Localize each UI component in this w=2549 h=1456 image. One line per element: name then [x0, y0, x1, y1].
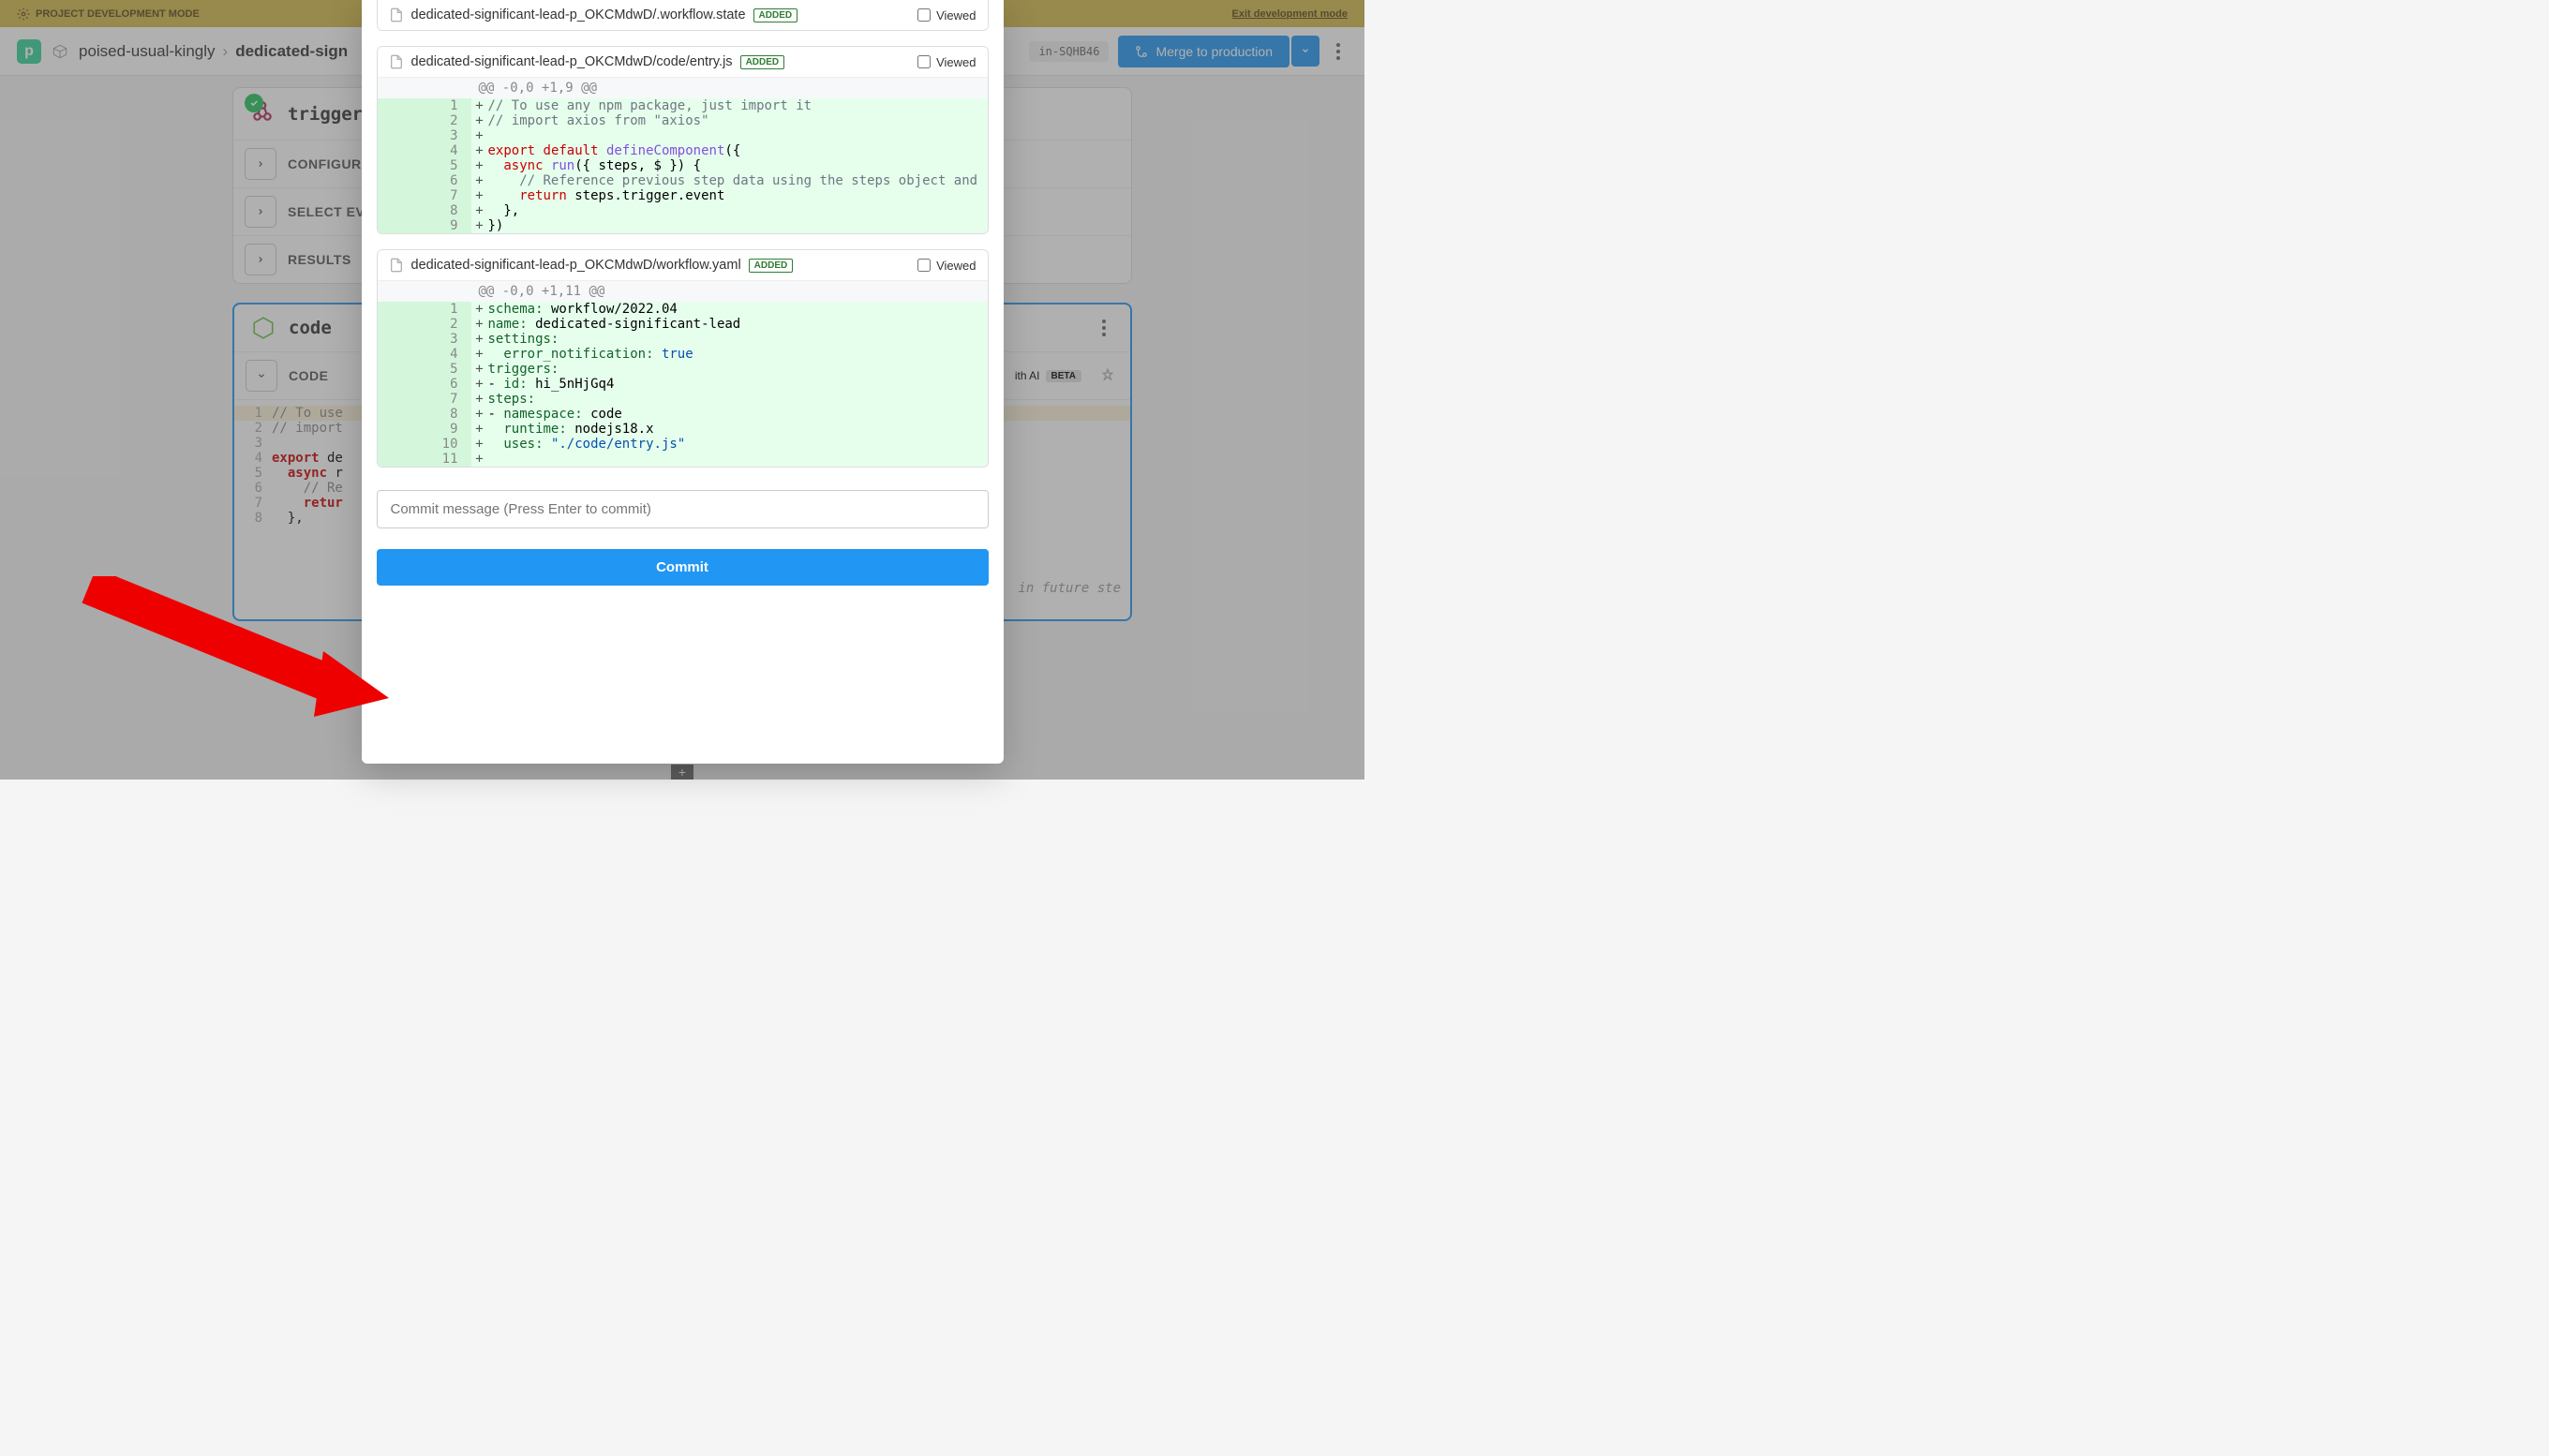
diff-file-block: dedicated-significant-lead-p_OKCMdwD/.wo…	[377, 0, 989, 31]
diff-line: 1+// To use any npm package, just import…	[378, 98, 988, 113]
added-badge: ADDED	[749, 259, 794, 273]
viewed-checkbox[interactable]: Viewed	[917, 259, 976, 273]
file-icon	[389, 7, 404, 22]
diff-line: 1+schema: workflow/2022.04	[378, 302, 988, 317]
added-badge: ADDED	[753, 8, 798, 22]
diff-line: 6+- id: hi_5nHjGq4	[378, 377, 988, 392]
hunk-header: @@ -0,0 +1,11 @@	[378, 280, 988, 302]
commit-area: Commit	[362, 475, 1004, 601]
file-icon	[389, 258, 404, 273]
diff-file-block: dedicated-significant-lead-p_OKCMdwD/wor…	[377, 249, 989, 468]
diff-file-block: dedicated-significant-lead-p_OKCMdwD/cod…	[377, 46, 989, 234]
diff-line: 5+ async run({ steps, $ }) {	[378, 158, 988, 173]
added-badge: ADDED	[740, 55, 785, 69]
commit-button[interactable]: Commit	[377, 549, 989, 586]
diff-line: 6+ // Reference previous step data using…	[378, 173, 988, 188]
diff-line: 5+triggers:	[378, 362, 988, 377]
diff-line: 7+steps:	[378, 392, 988, 407]
diff-file-header: dedicated-significant-lead-p_OKCMdwD/cod…	[378, 47, 988, 77]
diff-line: 10+ uses: "./code/entry.js"	[378, 437, 988, 452]
viewed-checkbox[interactable]: Viewed	[917, 55, 976, 69]
diff-line: 4+export default defineComponent({	[378, 143, 988, 158]
commit-message-input[interactable]	[377, 490, 989, 528]
diff-file-header: dedicated-significant-lead-p_OKCMdwD/.wo…	[378, 0, 988, 30]
diff-line: 9+ runtime: nodejs18.x	[378, 422, 988, 437]
diff-file-header: dedicated-significant-lead-p_OKCMdwD/wor…	[378, 250, 988, 280]
viewed-checkbox[interactable]: Viewed	[917, 8, 976, 22]
diff-line: 3+	[378, 128, 988, 143]
diff-line: 2+// import axios from "axios"	[378, 113, 988, 128]
file-icon	[389, 54, 404, 69]
diff-line: 8+- namespace: code	[378, 407, 988, 422]
diff-file-path: dedicated-significant-lead-p_OKCMdwD/.wo…	[411, 7, 746, 22]
diff-line: 11+	[378, 452, 988, 467]
diff-line: 8+ },	[378, 203, 988, 218]
diff-line: 2+name: dedicated-significant-lead	[378, 317, 988, 332]
diff-line: 4+ error_notification: true	[378, 347, 988, 362]
modal-overlay[interactable]: dedicated-significant-lead-p_OKCMdwD/.wo…	[0, 0, 1364, 780]
commit-modal: dedicated-significant-lead-p_OKCMdwD/.wo…	[362, 0, 1004, 764]
hunk-header: @@ -0,0 +1,9 @@	[378, 77, 988, 98]
diff-line: 9+})	[378, 218, 988, 233]
diff-line: 7+ return steps.trigger.event	[378, 188, 988, 203]
diff-file-path: dedicated-significant-lead-p_OKCMdwD/wor…	[411, 258, 741, 273]
diff-file-path: dedicated-significant-lead-p_OKCMdwD/cod…	[411, 54, 733, 69]
diff-line: 3+settings:	[378, 332, 988, 347]
